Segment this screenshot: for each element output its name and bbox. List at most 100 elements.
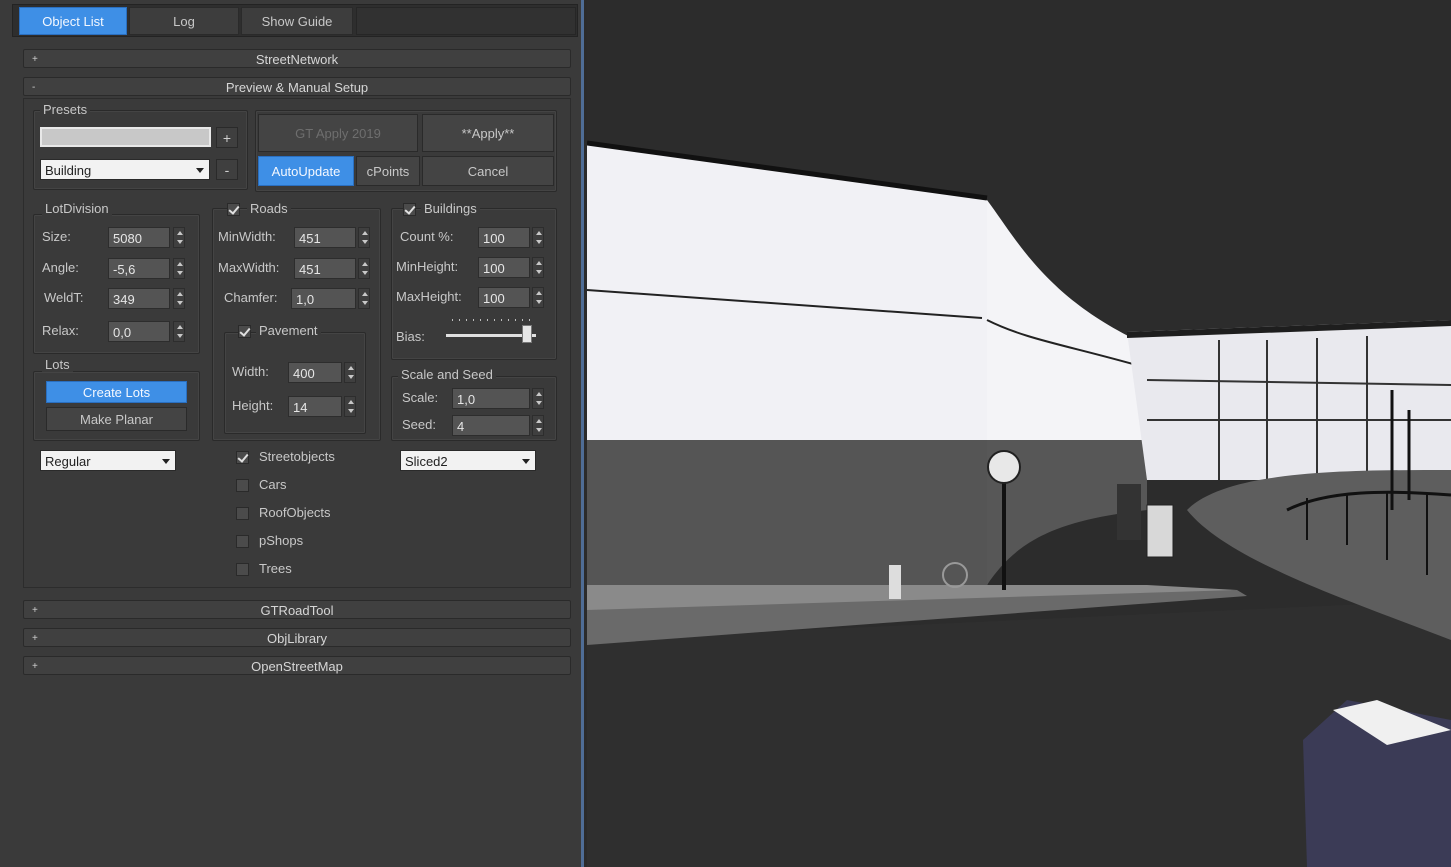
size-spinner[interactable] [173,227,185,248]
cancel-button[interactable]: Cancel [422,156,554,186]
bias-label: Bias: [396,329,425,344]
size-input[interactable]: 5080 [108,227,170,248]
scale-spinner[interactable] [532,388,544,409]
rollout-title: StreetNetwork [255,52,339,67]
street-scene [587,0,1451,867]
seed-label: Seed: [402,417,436,432]
collapse-icon: - [32,82,36,93]
maxheight-spinner[interactable] [532,287,544,308]
roofobjects-label: RoofObjects [259,505,331,520]
lots-label: Lots [42,357,73,372]
chevron-down-icon [522,459,530,464]
relax-spinner[interactable] [173,321,185,342]
pavement-height-spinner[interactable] [344,396,356,417]
cars-checkbox[interactable] [236,479,249,492]
cpoints-button[interactable]: cPoints [356,156,420,186]
relax-input[interactable]: 0,0 [108,321,170,342]
preset-select[interactable]: Building [40,159,210,180]
lot-mode-value: Regular [45,454,91,469]
weldt-spinner[interactable] [173,288,185,309]
roads-label: Roads [247,201,291,216]
trees-checkbox[interactable] [236,563,249,576]
angle-input[interactable]: -5,6 [108,258,170,279]
remove-preset-button[interactable]: - [216,159,238,180]
lot-mode-select[interactable]: Regular [40,450,176,471]
seed-input[interactable]: 4 [452,415,530,436]
cars-label: Cars [259,477,287,492]
minheight-label: MinHeight: [396,259,459,274]
create-lots-button[interactable]: Create Lots [46,381,187,403]
tab-show-guide[interactable]: Show Guide [241,7,353,35]
preset-name-input[interactable] [40,127,211,147]
gt-apply-button[interactable]: GT Apply 2019 [258,114,418,152]
maxheight-input[interactable]: 100 [478,287,530,308]
count-label: Count %: [400,229,454,244]
scale-label: Scale: [402,390,439,405]
size-label: Size: [42,229,71,244]
pavement-checkbox[interactable] [238,325,251,338]
tab-log[interactable]: Log [129,7,239,35]
scale-seed-label: Scale and Seed [398,367,496,382]
rollout-preview-setup[interactable]: - Preview & Manual Setup [23,77,571,96]
presets-label: Presets [40,102,91,117]
scale-input[interactable]: 1,0 [452,388,530,409]
count-spinner[interactable] [532,227,544,248]
weldt-input[interactable]: 349 [108,288,170,309]
3d-viewport[interactable] [587,0,1451,867]
maxwidth-label: MaxWidth: [218,260,280,275]
pshops-checkbox[interactable] [236,535,249,548]
maxwidth-input[interactable]: 451 [294,258,356,279]
auto-update-button[interactable]: AutoUpdate [258,156,354,186]
preset-select-value: Building [45,163,92,178]
lot-division-label: LotDivision [42,201,112,216]
minwidth-spinner[interactable] [358,227,370,248]
preview-setup-content: Presets + Building - GT Apply 2019 **App… [23,98,571,588]
make-planar-button[interactable]: Make Planar [46,407,187,431]
pavement-width-spinner[interactable] [344,362,356,383]
style-select[interactable]: Sliced2 [400,450,536,471]
bias-slider-handle[interactable] [522,325,532,343]
minheight-input[interactable]: 100 [478,257,530,278]
apply-button[interactable]: **Apply** [422,114,554,152]
count-input[interactable]: 100 [478,227,530,248]
maxwidth-spinner[interactable] [358,258,370,279]
rollout-obj-library[interactable]: + ObjLibrary [23,628,571,647]
add-preset-button[interactable]: + [216,127,238,148]
chamfer-label: Chamfer: [224,290,278,305]
seed-spinner[interactable] [532,415,544,436]
buildings-label: Buildings [421,201,480,216]
pavement-height-input[interactable]: 14 [288,396,342,417]
tab-object-list[interactable]: Object List [19,7,127,35]
maxheight-label: MaxHeight: [396,289,462,304]
streetobjects-checkbox[interactable] [236,451,249,464]
minheight-spinner[interactable] [532,257,544,278]
rollout-title: ObjLibrary [267,631,327,646]
weldt-label: WeldT: [44,290,84,305]
minwidth-input[interactable]: 451 [294,227,356,248]
roads-checkbox[interactable] [227,203,240,216]
rollout-street-network[interactable]: + StreetNetwork [23,49,571,68]
chamfer-spinner[interactable] [358,288,370,309]
rollout-title: GTRoadTool [260,603,334,618]
bias-ticks [452,319,532,321]
height-label: Height: [232,398,274,413]
chamfer-input[interactable]: 1,0 [291,288,356,309]
rollout-open-street-map[interactable]: + OpenStreetMap [23,656,571,675]
minwidth-label: MinWidth: [218,229,276,244]
angle-spinner[interactable] [173,258,185,279]
bias-slider[interactable] [444,315,538,345]
width-label: Width: [232,364,269,379]
rollout-title: OpenStreetMap [251,659,343,674]
roofobjects-checkbox[interactable] [236,507,249,520]
streetobjects-label: Streetobjects [259,449,335,464]
buildings-checkbox[interactable] [403,203,416,216]
expand-icon: + [32,633,38,644]
expand-icon: + [32,54,38,65]
rollout-gt-road-tool[interactable]: + GTRoadTool [23,600,571,619]
relax-label: Relax: [42,323,79,338]
chevron-down-icon [162,459,170,464]
tab-bar-empty [356,7,576,35]
pavement-width-input[interactable]: 400 [288,362,342,383]
expand-icon: + [32,605,38,616]
rollout-title: Preview & Manual Setup [225,80,369,95]
